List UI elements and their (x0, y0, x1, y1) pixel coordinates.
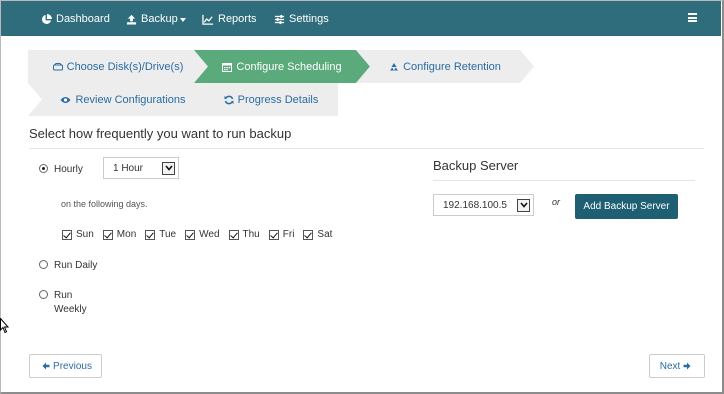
radio-indicator[interactable] (39, 260, 48, 269)
day-sat[interactable]: Sat (303, 229, 332, 240)
radio-run-daily[interactable]: Run Daily (39, 259, 97, 273)
backup-server-title: Backup Server (433, 158, 519, 173)
wizard-steps: Choose Disk(s)/Drive(s) Configure Schedu… (28, 50, 538, 116)
chevron-down-icon[interactable] (162, 161, 175, 175)
nav-dashboard[interactable]: Dashboard (41, 12, 110, 26)
arrow-left-icon (42, 362, 50, 370)
refresh-icon (224, 95, 234, 104)
day-label: Thu (242, 229, 260, 240)
divider (433, 180, 695, 181)
step-label: Configure Retention (403, 60, 501, 73)
day-fri[interactable]: Fri (268, 229, 295, 240)
sliders-icon (274, 14, 285, 24)
checkbox[interactable] (145, 229, 156, 240)
eye-icon (60, 96, 71, 103)
next-label: Next (659, 360, 681, 372)
step-configure-retention[interactable]: Configure Retention (356, 50, 534, 83)
radio-run-weekly[interactable]: Run Weekly (39, 289, 87, 317)
checkbox[interactable] (62, 229, 72, 240)
day-wed[interactable]: Wed (185, 229, 220, 240)
step-progress-details[interactable]: Progress Details (204, 83, 338, 116)
day-mon[interactable]: Mon (102, 229, 137, 240)
nav-reports-label: Reports (218, 13, 257, 25)
checkbox[interactable] (303, 229, 314, 240)
nav-settings-label: Settings (289, 13, 329, 25)
step-label: Configure Scheduling (236, 60, 342, 73)
recycle-icon (390, 62, 399, 70)
step-review-configurations[interactable]: Review Configurations (28, 83, 218, 116)
checkbox[interactable] (268, 229, 279, 240)
step-choose-disks[interactable]: Choose Disk(s)/Drive(s) (28, 50, 208, 83)
day-label: Mon (116, 229, 137, 240)
radio-indicator[interactable] (39, 164, 48, 173)
backup-server-select-value: 192.168.100.5 (443, 199, 507, 211)
day-label: Fri (282, 229, 295, 240)
chevron-down-icon[interactable] (517, 198, 530, 212)
previous-button[interactable]: Previous (29, 354, 102, 378)
day-thu[interactable]: Thu (228, 229, 260, 240)
day-label: Tue (159, 229, 177, 240)
interval-select[interactable]: 1 Hour (103, 157, 179, 179)
top-navbar: Dashboard Backup Reports Settings (1, 1, 721, 36)
checkbox[interactable] (185, 229, 196, 240)
hdd-icon (52, 62, 63, 70)
day-label: Sun (76, 229, 94, 240)
nav-backup[interactable]: Backup (126, 12, 186, 26)
backup-server-select[interactable]: 192.168.100.5 (433, 194, 534, 216)
radio-indicator[interactable] (39, 290, 48, 299)
checkbox[interactable] (102, 229, 113, 240)
step-label: Choose Disk(s)/Drive(s) (66, 60, 184, 73)
schedule-title: Select how frequently you want to run ba… (29, 126, 292, 141)
day-tue[interactable]: Tue (145, 229, 176, 240)
radio-run-daily-label: Run Daily (54, 260, 98, 271)
day-sun[interactable]: Sun (62, 229, 94, 240)
checkbox[interactable] (228, 229, 239, 240)
day-label: Wed (199, 229, 220, 240)
or-separator: or (552, 197, 561, 207)
divider (29, 148, 704, 149)
nav-dashboard-label: Dashboard (56, 13, 110, 25)
interval-select-value: 1 Hour (113, 162, 144, 174)
step-configure-scheduling[interactable]: Configure Scheduling (194, 50, 370, 83)
step-label: Progress Details (237, 93, 319, 106)
radio-hourly-label: Hourly (54, 164, 83, 175)
pie-chart-icon (42, 13, 52, 24)
hamburger-icon[interactable] (688, 13, 697, 22)
days-note: on the following days. (61, 199, 148, 209)
next-button[interactable]: Next (649, 354, 705, 378)
line-chart-icon (202, 14, 214, 25)
add-backup-server-button[interactable]: Add Backup Server (575, 194, 678, 219)
upload-icon (126, 14, 137, 25)
nav-backup-label: Backup (141, 13, 178, 25)
radio-hourly[interactable]: Hourly (39, 163, 83, 177)
weekday-checkboxes: Sun Mon Tue Wed Thu Fri Sat (62, 229, 341, 240)
day-label: Sat (317, 229, 333, 240)
radio-run-weekly-sublabel: Weekly (54, 304, 87, 315)
step-label: Review Configurations (75, 93, 186, 106)
calendar-icon (222, 62, 233, 72)
nav-settings[interactable]: Settings (274, 12, 329, 26)
mouse-cursor-icon (0, 318, 9, 334)
previous-label: Previous (53, 360, 92, 372)
caret-down-icon (179, 17, 186, 22)
arrow-right-icon (683, 362, 691, 370)
nav-reports[interactable]: Reports (202, 12, 257, 26)
radio-run-weekly-label: Run (54, 290, 73, 301)
